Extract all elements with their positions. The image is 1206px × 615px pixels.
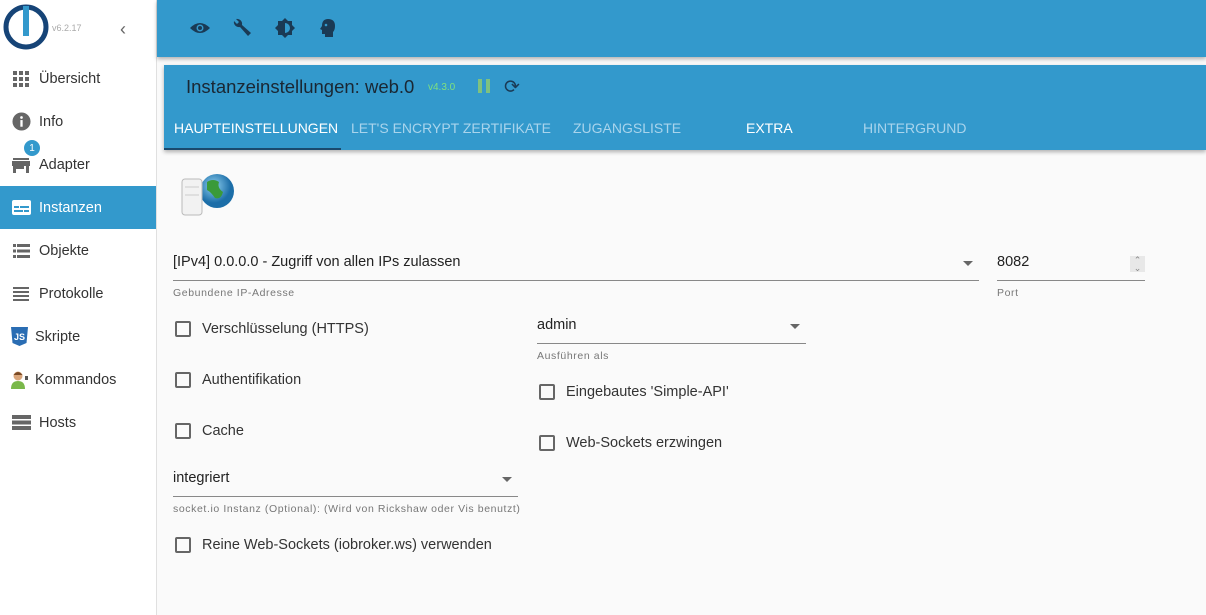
sidebar-item-hosts[interactable]: Hosts: [0, 401, 156, 444]
brightness-icon[interactable]: [274, 17, 296, 39]
auth-checkbox[interactable]: Authentifikation: [175, 372, 301, 388]
user-command-icon: [9, 370, 29, 390]
sidebar-item-label: Protokolle: [39, 285, 104, 302]
sidebar-item-label: Instanzen: [39, 199, 102, 216]
expert-mode-icon[interactable]: [317, 17, 339, 39]
sidebar-item-uebersicht[interactable]: Übersicht: [0, 57, 156, 100]
sidebar: v6.2.17 ‹ Übersicht Info 1 Adapter Insta…: [0, 0, 157, 615]
cache-checkbox[interactable]: Cache: [175, 423, 244, 439]
web-server-icon: [181, 174, 234, 216]
sidebar-item-protokolle[interactable]: Protokolle: [0, 272, 156, 315]
sidebar-item-label: Adapter: [39, 156, 90, 173]
sidebar-item-instanzen[interactable]: Instanzen: [0, 186, 156, 229]
eye-icon[interactable]: [189, 17, 211, 39]
sidebar-item-label: Objekte: [39, 242, 89, 259]
sidebar-item-skripte[interactable]: JS Skripte: [0, 315, 156, 358]
instances-icon: [11, 198, 31, 218]
sidebar-item-label: Info: [39, 113, 64, 130]
sidebar-item-label: Hosts: [39, 414, 77, 431]
iobroker-logo: [3, 4, 49, 50]
port-value: 8082: [997, 254, 1030, 270]
store-icon: [11, 155, 31, 175]
tab-haupteinstellungen[interactable]: HAUPTEINSTELLUNGEN: [174, 120, 338, 136]
logo-row: v6.2.17 ‹: [0, 0, 156, 57]
chevron-down-icon: [502, 477, 512, 482]
server-icon: [11, 413, 31, 433]
tab-hintergrund[interactable]: HINTERGRUND: [863, 120, 966, 136]
sidebar-item-objekte[interactable]: Objekte: [0, 229, 156, 272]
https-checkbox[interactable]: Verschlüsselung (HTTPS): [175, 321, 369, 337]
sidebar-item-label: Übersicht: [39, 70, 101, 87]
pause-icon[interactable]: [477, 79, 491, 93]
port-stepper[interactable]: ⌃ ⌄: [1130, 256, 1145, 273]
tab-lets-encrypt[interactable]: LET'S ENCRYPT ZERTIFIKATE: [351, 120, 551, 136]
chevron-down-icon: [963, 261, 973, 266]
chevron-down-icon: [790, 324, 800, 329]
run-as-value: admin: [537, 317, 577, 333]
socketio-value: integriert: [173, 470, 230, 486]
sidebar-item-label: Skripte: [35, 328, 81, 345]
app-version: v6.2.17: [52, 23, 82, 33]
sidebar-item-label: Kommandos: [35, 371, 117, 388]
sidebar-item-adapter[interactable]: 1 Adapter: [0, 140, 156, 186]
javascript-icon: JS: [9, 327, 29, 347]
adapter-version: v4.3.0: [428, 82, 456, 93]
svg-text:JS: JS: [13, 332, 24, 342]
force-websockets-checkbox[interactable]: Web-Sockets erzwingen: [539, 435, 722, 451]
port-help: Port: [997, 287, 1019, 299]
apps-grid-icon: [11, 69, 31, 89]
sidebar-item-info[interactable]: Info: [0, 100, 156, 143]
bind-ip-help: Gebundene IP-Adresse: [173, 287, 295, 299]
socketio-help: socket.io Instanz (Optional): (Wird von …: [173, 503, 521, 515]
pure-websockets-checkbox[interactable]: Reine Web-Sockets (iobroker.ws) verwende…: [175, 537, 492, 553]
instance-settings-header: Instanzeinstellungen: web.0 v4.3.0 ⟳ HAU…: [164, 65, 1206, 150]
bind-ip-value: [IPv4] 0.0.0.0 - Zugriff von allen IPs z…: [173, 254, 461, 270]
settings-form: [IPv4] 0.0.0.0 - Zugriff von allen IPs z…: [164, 150, 1206, 615]
tab-zugangsliste[interactable]: ZUGANGSLISTE: [573, 120, 681, 136]
adapter-updates-badge: 1: [24, 140, 40, 156]
logs-icon: [11, 284, 31, 304]
collapse-sidebar-icon[interactable]: ‹: [120, 19, 126, 40]
list-icon: [11, 241, 31, 261]
tab-extra[interactable]: EXTRA: [746, 120, 793, 136]
page-title: Instanzeinstellungen: web.0: [186, 76, 415, 97]
run-as-help: Ausführen als: [537, 350, 610, 362]
wrench-icon[interactable]: [231, 17, 253, 39]
reload-icon[interactable]: ⟳: [504, 76, 520, 99]
sidebar-item-kommandos[interactable]: Kommandos: [0, 358, 156, 401]
top-toolbar: [157, 0, 1206, 57]
simple-api-checkbox[interactable]: Eingebautes 'Simple-API': [539, 384, 729, 400]
info-icon: [11, 112, 31, 132]
